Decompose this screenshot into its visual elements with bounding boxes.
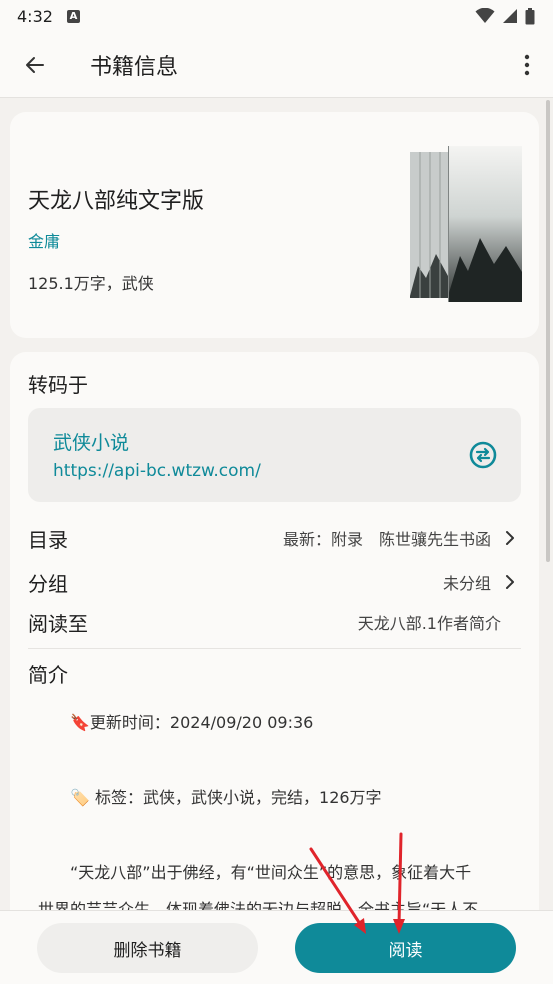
notification-icon: A bbox=[66, 9, 80, 23]
book-cover-image[interactable] bbox=[410, 146, 522, 302]
source-section-label: 转码于 bbox=[28, 373, 88, 397]
status-bar: 4:32 A bbox=[0, 0, 553, 32]
content-scroll[interactable]: 天龙八部纯文字版 金庸 125.1万字，武侠 转码于 武侠小说 https://… bbox=[0, 98, 553, 910]
status-time: 4:32 bbox=[17, 6, 53, 26]
source-url: https://api-bc.wtzw.com/ bbox=[53, 461, 261, 481]
chevron-right-icon bbox=[499, 527, 521, 549]
toc-label: 目录 bbox=[28, 527, 68, 552]
read-progress-value: 天龙八部.1作者简介 bbox=[357, 614, 501, 633]
intro-update-time: 🔖更新时间：2024/09/20 09:36 bbox=[70, 713, 314, 732]
group-row[interactable]: 分组 未分组 bbox=[28, 564, 521, 600]
delete-book-button[interactable]: 删除书籍 bbox=[37, 923, 258, 973]
intro-tags: 🏷️ 标签：武侠，武侠小说，完结，126万字 bbox=[70, 788, 382, 807]
swap-source-icon[interactable] bbox=[469, 441, 497, 469]
back-button[interactable] bbox=[0, 32, 70, 98]
book-title: 天龙八部纯文字版 bbox=[28, 189, 205, 214]
book-meta: 125.1万字，武侠 bbox=[28, 274, 154, 293]
group-value: 未分组 bbox=[442, 574, 491, 593]
source-box[interactable]: 武侠小说 https://api-bc.wtzw.com/ bbox=[28, 408, 521, 502]
group-label: 分组 bbox=[28, 571, 68, 596]
read-button[interactable]: 阅读 bbox=[295, 923, 516, 973]
more-options-button[interactable] bbox=[501, 32, 553, 98]
book-author[interactable]: 金庸 bbox=[28, 228, 60, 252]
intro-paragraph-line: 世界的芸芸众生，体现着佛法的无边与超脱。全书主旨“天人不 bbox=[38, 900, 479, 910]
intro-label: 简介 bbox=[28, 663, 68, 687]
intro-paragraph-line: “天龙八部”出于佛经，有“世间众生”的意思，象征着大千 bbox=[70, 863, 472, 882]
status-right bbox=[475, 7, 535, 25]
toc-latest-chapter: 最新：附录 陈世骧先生书函 bbox=[282, 530, 491, 549]
arrow-back-icon bbox=[26, 56, 44, 73]
battery-icon bbox=[525, 7, 535, 24]
read-progress-row[interactable]: 阅读至 天龙八部.1作者简介 bbox=[28, 604, 521, 640]
divider bbox=[28, 648, 521, 649]
more-vert-icon bbox=[524, 54, 530, 75]
wifi-icon bbox=[475, 8, 495, 23]
info-card: 转码于 武侠小说 https://api-bc.wtzw.com/ 目录 最新：… bbox=[10, 352, 539, 910]
signal-icon bbox=[503, 9, 517, 23]
scrollbar-thumb[interactable] bbox=[546, 100, 550, 562]
book-card: 天龙八部纯文字版 金庸 125.1万字，武侠 bbox=[10, 112, 539, 338]
app-bar: 书籍信息 bbox=[0, 32, 553, 98]
bottom-action-bar: 删除书籍 阅读 bbox=[0, 910, 553, 984]
status-left: 4:32 A bbox=[17, 7, 80, 26]
read-progress-label: 阅读至 bbox=[28, 611, 88, 636]
chevron-right-icon bbox=[499, 571, 521, 593]
toc-row[interactable]: 目录 最新：附录 陈世骧先生书函 bbox=[28, 520, 521, 556]
source-name: 武侠小说 bbox=[53, 432, 130, 454]
page-title: 书籍信息 bbox=[90, 54, 179, 80]
